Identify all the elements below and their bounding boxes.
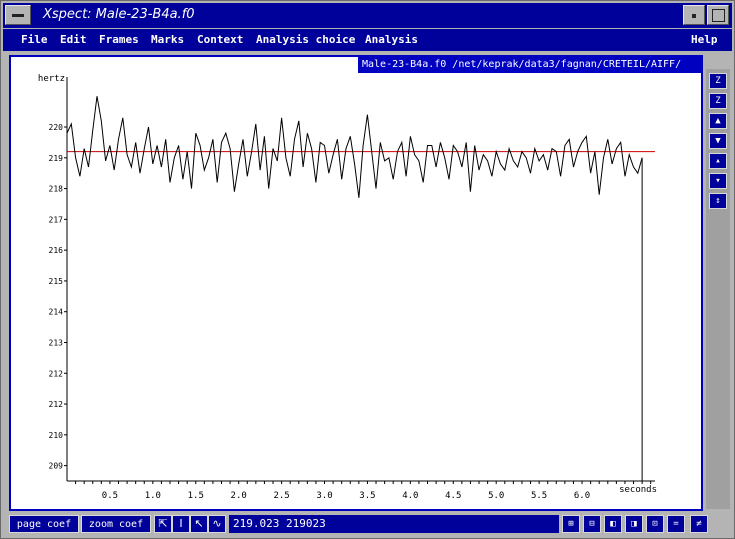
y-tick-label: 212 [49,400,64,409]
y-tick-label: 209 [49,462,64,471]
x-tick-label: 5.0 [488,491,504,501]
side-toolbar: Z Z ▲ ▼ ▴ ▾ ↕ [706,69,730,509]
menu-help[interactable]: Help [691,33,718,46]
x-tick-label: 3.5 [359,491,375,501]
scroll-down-icon[interactable]: ▼ [709,133,727,149]
window-title: Xspect: Male-23-B4a.f0 [43,7,195,22]
y-tick-label: 218 [49,185,64,194]
window-menu-button[interactable] [5,5,31,25]
status-readout: 219.023 219023 [229,515,559,533]
cursor-waveform-icon[interactable]: ∿ [208,515,226,533]
y-tick-label: 214 [49,308,64,317]
x-tick-label: 6.0 [574,491,590,501]
zoom-out-button[interactable]: Z [709,93,727,109]
y-tick-label: 219 [49,154,64,163]
x-tick-label: 2.0 [231,491,247,501]
menu-analysis[interactable]: Analysis [365,33,418,46]
maximize-button[interactable] [707,5,729,25]
y-tick-label: 217 [49,215,64,224]
y-tick-label: 213 [49,338,64,347]
page-down-icon[interactable]: ▾ [709,173,727,189]
cursor-ibeam-icon[interactable]: I [172,515,190,533]
menu-marks[interactable]: Marks [151,33,184,46]
menu-context[interactable]: Context [197,33,243,46]
nav-next-page-icon[interactable]: ⊡ [646,515,664,533]
menu-bar: File Edit Frames Marks Context Analysis … [3,29,732,51]
xspect-window: Xspect: Male-23-B4a.f0 File Edit Frames … [0,0,735,539]
scroll-up-icon[interactable]: ▲ [709,113,727,129]
menu-frames[interactable]: Frames [99,33,139,46]
nav-first-icon[interactable]: ⊞ [562,515,580,533]
file-path-label: Male-23-B4a.f0 /net/keprak/data3/fagnan/… [358,57,702,73]
zoom-in-button[interactable]: Z [709,73,727,89]
x-unit-label: seconds [619,485,657,495]
y-tick-label: 215 [49,277,64,286]
y-tick-label: 210 [49,431,64,440]
y-unit-label: hertz [38,74,65,84]
cursor-select-icon[interactable]: ⇱ [154,515,172,533]
nav-prev-icon[interactable]: ◧ [604,515,622,533]
x-tick-label: 2.5 [273,491,289,501]
page-up-icon[interactable]: ▴ [709,153,727,169]
menu-file[interactable]: File [21,33,48,46]
x-tick-label: 3.0 [316,491,332,501]
x-tick-label: 4.5 [445,491,461,501]
y-tick-label: 212 [49,369,64,378]
x-tick-label: 5.5 [531,491,547,501]
nav-prev-page-icon[interactable]: ⊟ [583,515,601,533]
menu-analysis-choice[interactable]: Analysis choice [256,33,355,46]
cursor-arrow-icon[interactable]: ↖ [190,515,208,533]
f0-plot[interactable]: 0.5 1.0 1.5 2.0 2.5 3.0 3.5 4.0 4.5 5.0 5.5 6.0 hert… [11,57,701,509]
x-tick-label: 1.5 [188,491,204,501]
nav-last-icon[interactable]: = [667,515,685,533]
title-bar: Xspect: Male-23-B4a.f0 [3,3,732,28]
minimize-button[interactable] [683,5,705,25]
x-tick-label: 4.0 [402,491,418,501]
bottom-bar: page coef zoom coef ⇱ I ↖ ∿ 219.023 2190… [3,513,732,537]
f0-trace [66,96,643,198]
y-tick-label: 216 [49,246,64,255]
x-tick-label: 1.0 [145,491,161,501]
fit-vertical-icon[interactable]: ↕ [709,193,727,209]
page-coef-button[interactable]: page coef [9,515,79,533]
menu-edit[interactable]: Edit [60,33,87,46]
zoom-coef-button[interactable]: zoom coef [81,515,151,533]
x-tick-label: 0.5 [102,491,118,501]
nav-end-icon[interactable]: ≠ [690,515,708,533]
y-tick-label: 220 [49,123,64,132]
nav-next-icon[interactable]: ◨ [625,515,643,533]
